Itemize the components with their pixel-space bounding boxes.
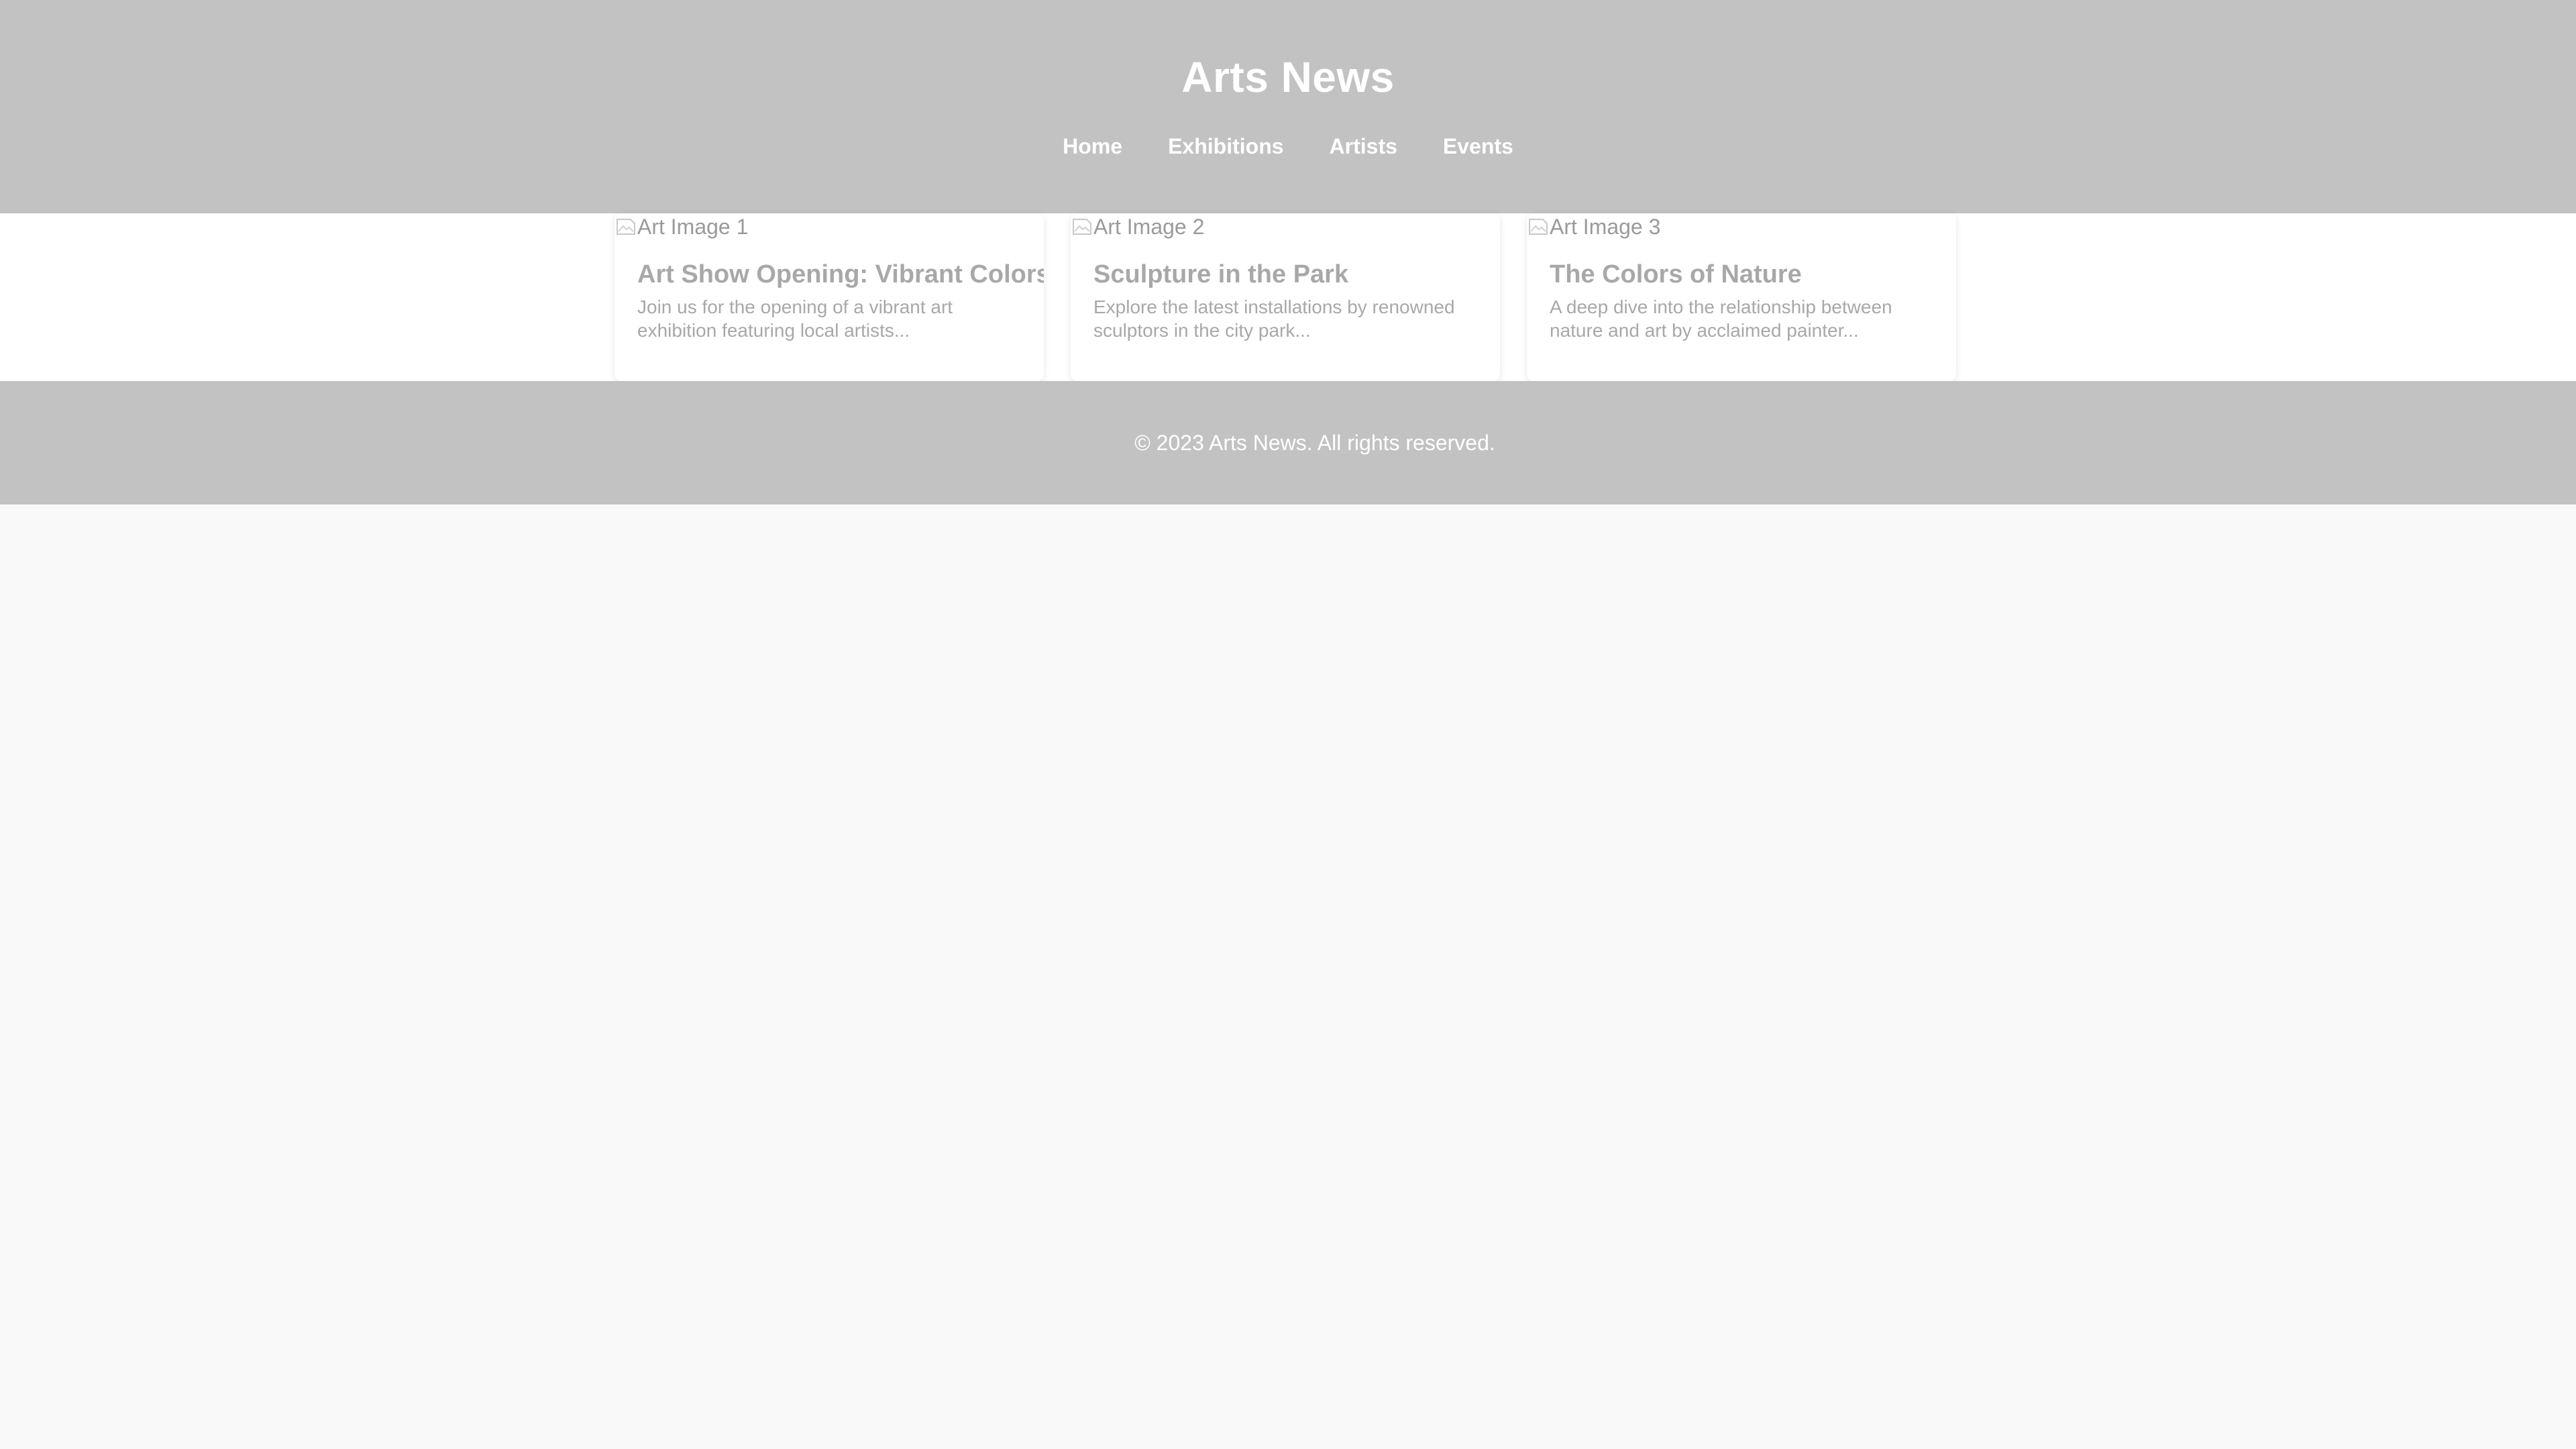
broken-image-icon	[1071, 215, 1093, 238]
article-title[interactable]: Art Show Opening: Vibrant Colors	[637, 260, 1044, 289]
site-footer: © 2023 Arts News. All rights reserved.	[0, 381, 2576, 504]
broken-image-icon	[1527, 215, 1550, 238]
article-image: Art Image 3	[1527, 213, 1956, 240]
main-nav: Home Exhibitions Artists Events	[0, 134, 2576, 159]
article-title[interactable]: Sculpture in the Park	[1093, 260, 1348, 289]
article-image-alt: Art Image 1	[637, 214, 749, 239]
article-image: Art Image 1	[614, 213, 1044, 240]
broken-image-icon	[614, 215, 637, 238]
site-header: Arts News Home Exhibitions Artists Event…	[0, 0, 2576, 213]
nav-link-exhibitions[interactable]: Exhibitions	[1168, 134, 1283, 159]
nav-link-artists[interactable]: Artists	[1330, 134, 1397, 159]
article-excerpt: A deep dive into the relationship betwee…	[1550, 297, 1892, 341]
article-excerpt: Explore the latest installations by reno…	[1093, 297, 1455, 341]
article-image-alt: Art Image 3	[1550, 214, 1661, 239]
article-image-alt: Art Image 2	[1093, 214, 1205, 239]
article-title[interactable]: The Colors of Nature	[1550, 260, 1802, 289]
site-title: Arts News	[1181, 53, 1395, 101]
nav-link-events[interactable]: Events	[1443, 134, 1513, 159]
article-card[interactable]: Art Image 2 Sculpture in the Park Explor…	[1071, 213, 1500, 381]
nav-link-home[interactable]: Home	[1063, 134, 1122, 159]
articles-section: Art Image 1 Art Show Opening: Vibrant Co…	[0, 213, 2576, 381]
article-image: Art Image 2	[1071, 213, 1500, 240]
footer-copyright: © 2023 Arts News. All rights reserved.	[1134, 430, 1495, 455]
article-excerpt: Join us for the opening of a vibrant art…	[637, 297, 953, 341]
article-card[interactable]: Art Image 3 The Colors of Nature A deep …	[1527, 213, 1956, 381]
article-card[interactable]: Art Image 1 Art Show Opening: Vibrant Co…	[614, 213, 1044, 381]
